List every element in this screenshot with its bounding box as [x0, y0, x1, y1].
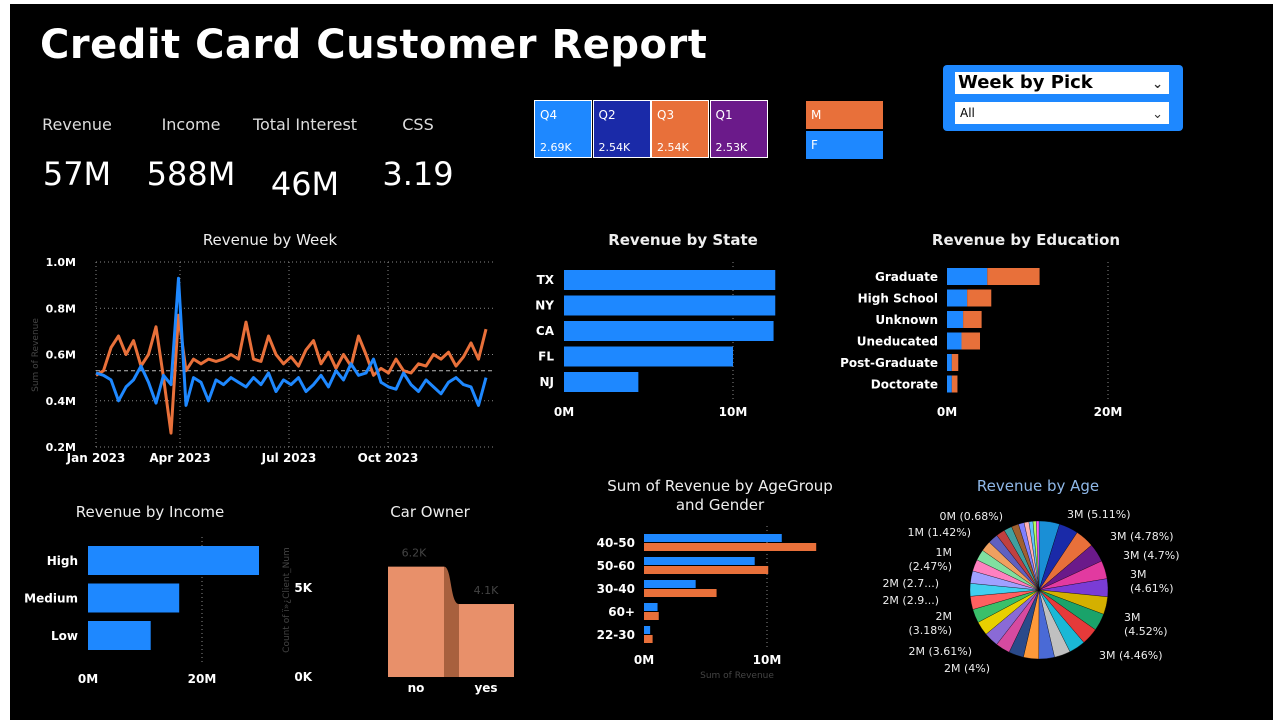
state-bar — [564, 270, 776, 290]
data-label: 4.1K — [474, 584, 499, 597]
agegroup-bar — [644, 580, 696, 588]
education-bar — [947, 332, 962, 350]
pie-data-label: 3M — [1124, 611, 1141, 624]
education-category-label: Uneducated — [857, 335, 938, 349]
y-tick-label: 0.6M — [46, 349, 76, 362]
pie-data-label: 2M (3.61%) — [908, 645, 972, 658]
pie-data-label: 3M (4.7%) — [1123, 549, 1180, 562]
state-bar — [564, 321, 774, 341]
education-bar — [961, 332, 981, 350]
x-tick-label: Oct 2023 — [358, 451, 419, 465]
x-tick-label: yes — [474, 681, 497, 695]
y-tick-label: 0.8M — [46, 302, 76, 315]
income-category-label: Medium — [24, 592, 78, 606]
agegroup-bar — [644, 603, 658, 611]
agegroup-bar — [644, 534, 782, 542]
car-area-no — [388, 566, 444, 677]
agegroup-bar — [644, 557, 755, 565]
education-bar — [947, 311, 964, 328]
x-tick-label: Jul 2023 — [261, 451, 317, 465]
education-bar — [947, 375, 952, 393]
x-tick-label: 0M — [937, 405, 957, 419]
pie-data-label: 2M (2.9...) — [882, 594, 939, 607]
y-tick-label: 0K — [294, 670, 312, 684]
education-bar — [951, 375, 958, 393]
car-area-yes — [459, 604, 514, 677]
education-category-label: Graduate — [875, 270, 938, 284]
state-category-label: FL — [538, 350, 554, 364]
state-category-label: NJ — [539, 375, 554, 389]
x-tick-label: 20M — [1094, 405, 1123, 419]
charts-layer: 0.2M0.4M0.6M0.8M1.0MJan 2023 Apr 2023 Jul … — [24, 256, 1180, 695]
education-bar — [951, 354, 959, 371]
car-area-ribbon — [444, 566, 459, 677]
education-category-label: Post-Graduate — [840, 356, 938, 370]
state-category-label: NY — [535, 299, 554, 313]
y-axis-title: Count of ï»¿Client_Num — [282, 547, 292, 653]
pie-data-label: 2M — [936, 610, 953, 623]
agegroup-bar — [644, 626, 651, 634]
agegroup-category-label: 22-30 — [597, 628, 635, 642]
agegroup-category-label: 60+ — [608, 605, 635, 619]
pie-data-label: 2M (2.7...) — [882, 577, 939, 590]
agegroup-bar — [644, 612, 659, 620]
agegroup-bar — [644, 543, 817, 551]
state-bar — [564, 295, 776, 316]
x-tick-label: 0M — [78, 672, 98, 686]
income-category-label: High — [47, 554, 78, 568]
pie-data-label: 3M — [1130, 568, 1147, 581]
agegroup-category-label: 40-50 — [597, 536, 635, 550]
education-category-label: High School — [858, 292, 938, 306]
education-bar — [947, 268, 988, 285]
education-category-label: Unknown — [875, 313, 938, 327]
income-category-label: Low — [51, 629, 78, 643]
income-bar — [88, 621, 151, 650]
education-bar — [963, 311, 982, 328]
week-series-line — [95, 313, 488, 435]
x-tick-label: no — [408, 681, 425, 695]
data-label: 6.2K — [402, 547, 427, 560]
x-tick-label: 10M — [719, 405, 748, 419]
agegroup-category-label: 30-40 — [597, 582, 635, 596]
education-bar — [947, 354, 952, 371]
pie-data-label: 1M — [936, 546, 953, 559]
income-bar — [88, 583, 180, 613]
y-tick-label: 0.4M — [46, 395, 76, 408]
state-category-label: TX — [537, 273, 555, 287]
agegroup-bar — [644, 635, 653, 643]
pie-data-label: 2M (4%) — [944, 662, 990, 675]
pie-data-label: 0M (0.68%) — [939, 510, 1003, 523]
week-series-line — [95, 276, 488, 407]
state-bar — [564, 346, 733, 367]
agegroup-bar — [644, 566, 769, 574]
x-tick-label: 20M — [188, 672, 217, 686]
x-tick-label: 10M — [753, 653, 782, 667]
y-tick-label: 1.0M — [46, 256, 76, 269]
pie-data-label: 1M (1.42%) — [907, 526, 971, 539]
education-bar — [947, 289, 968, 307]
education-bar — [967, 289, 992, 307]
pie-data-label: 3M (5.11%) — [1067, 508, 1131, 521]
pie-data-label: (4.52%) — [1124, 625, 1168, 638]
education-bar — [987, 268, 1040, 285]
pie-data-label: (3.18%) — [908, 624, 952, 637]
state-bar — [564, 372, 639, 392]
x-tick-label: 0M — [554, 405, 574, 419]
pie-data-label: (2.47%) — [908, 560, 952, 573]
pie-data-label: (4.61%) — [1130, 582, 1174, 595]
education-category-label: Doctorate — [871, 378, 938, 392]
x-tick-label: Jan 2023 — [66, 451, 126, 465]
income-bar — [88, 546, 259, 575]
pie-data-label: 3M (4.78%) — [1110, 530, 1174, 543]
pie-data-label: 3M (4.46%) — [1099, 649, 1163, 662]
y-axis-title: Sum of Revenue — [31, 318, 41, 392]
agegroup-category-label: 50-60 — [597, 559, 635, 573]
x-tick-label: 0M — [634, 653, 654, 667]
y-tick-label: 5K — [294, 581, 312, 595]
x-axis-title: Sum of Revenue — [700, 671, 774, 681]
x-tick-label: Apr 2023 — [149, 451, 210, 465]
agegroup-bar — [644, 589, 717, 597]
state-category-label: CA — [536, 324, 555, 338]
